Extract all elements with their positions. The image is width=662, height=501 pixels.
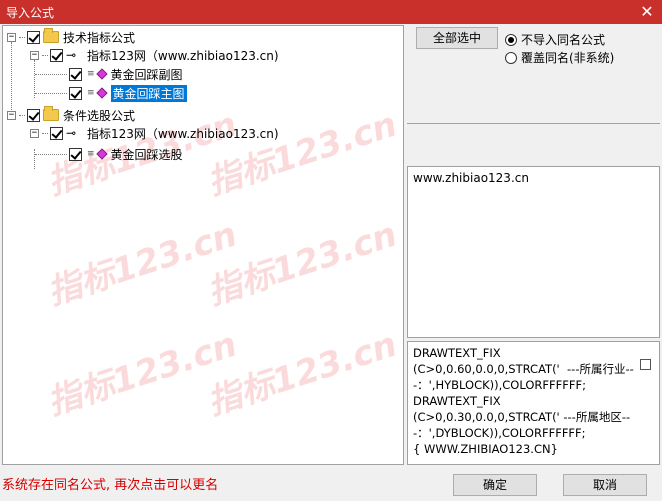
tree-node-label: 指标123网（www.zhibiao123.cn): [87, 126, 279, 141]
formula-icon: [95, 87, 108, 99]
tree-node-label: 指标123网（www.zhibiao123.cn): [87, 48, 279, 63]
collapse-toggle[interactable]: −: [30, 128, 39, 138]
watermark: 指标123.cn: [202, 214, 402, 314]
tree-node-label: 黄金回踩选股: [110, 147, 183, 162]
collapse-toggle[interactable]: −: [7, 110, 16, 120]
code-option-checkbox[interactable]: [640, 359, 651, 370]
tree-node-site-group[interactable]: − ⊸ 指标123网（www.zhibiao123.cn): [30, 46, 279, 64]
radio-label: 不导入同名公式: [521, 33, 606, 47]
select-all-button[interactable]: 全部选中: [416, 27, 498, 49]
formula-icon: [95, 68, 108, 80]
tree-node-label: 黄金回踩副图: [110, 67, 183, 82]
node-checkbox[interactable]: [69, 67, 82, 81]
node-checkbox[interactable]: [27, 30, 40, 44]
watermark: 指标123.cn: [202, 104, 402, 204]
formula-icon: [95, 148, 108, 160]
radio-indicator[interactable]: [505, 33, 517, 46]
tree-node-formula[interactable]: ≡ 黄金回踩副图: [35, 65, 183, 83]
node-checkbox[interactable]: [50, 126, 63, 140]
key-icon: ⊸: [66, 126, 77, 140]
window-title: 导入公式: [6, 6, 55, 20]
watermark: 指标123.cn: [42, 214, 242, 314]
cancel-button[interactable]: 取消: [563, 474, 647, 496]
close-icon[interactable]: ✕: [636, 1, 658, 23]
title-bar: 导入公式 ✕: [0, 0, 662, 24]
website-text: www.zhibiao123.cn: [413, 171, 529, 185]
node-checkbox[interactable]: [69, 86, 82, 100]
folder-icon: [43, 106, 59, 121]
collapse-toggle[interactable]: −: [30, 50, 39, 60]
formula-code: DRAWTEXT_FIX (C>0,0.60,0.0,0,STRCAT(' --…: [413, 346, 634, 456]
node-checkbox[interactable]: [69, 147, 82, 161]
collapse-toggle[interactable]: −: [7, 32, 16, 42]
divider: [407, 123, 660, 125]
watermark: 指标123.cn: [202, 324, 402, 424]
description-panel: www.zhibiao123.cn: [407, 166, 660, 338]
radio-skip-duplicates[interactable]: 不导入同名公式: [505, 31, 605, 48]
tree-node-label: 黄金回踩主图: [110, 84, 187, 102]
tree-node-stock-selection[interactable]: − 条件选股公式: [7, 106, 135, 124]
tree-node-label: 条件选股公式: [63, 108, 136, 123]
code-panel: DRAWTEXT_FIX (C>0,0.60,0.0,0,STRCAT(' --…: [407, 341, 660, 465]
radio-indicator[interactable]: [505, 51, 517, 64]
node-checkbox[interactable]: [27, 108, 40, 122]
radio-label: 覆盖同名(非系统): [521, 51, 615, 65]
watermark: 指标123.cn: [42, 324, 242, 424]
ok-button[interactable]: 确定: [453, 474, 537, 496]
formula-tree[interactable]: 指标123.cn 指标123.cn 指标123.cn 指标123.cn 指标12…: [2, 25, 404, 465]
tree-node-site-group[interactable]: − ⊸ 指标123网（www.zhibiao123.cn): [30, 124, 279, 142]
tree-node-formula[interactable]: ≡ 黄金回踩主图: [35, 84, 187, 102]
radio-overwrite-duplicates[interactable]: 覆盖同名(非系统): [505, 49, 614, 66]
node-checkbox[interactable]: [50, 48, 63, 62]
folder-icon: [43, 28, 59, 43]
key-icon: ⊸: [66, 48, 77, 62]
tree-node-tech-indicators[interactable]: − 技术指标公式: [7, 28, 135, 46]
tree-node-formula[interactable]: ≡ 黄金回踩选股: [35, 145, 183, 163]
status-message: 系统存在同名公式, 再次点击可以更名: [2, 478, 219, 493]
tree-node-label: 技术指标公式: [63, 30, 136, 45]
